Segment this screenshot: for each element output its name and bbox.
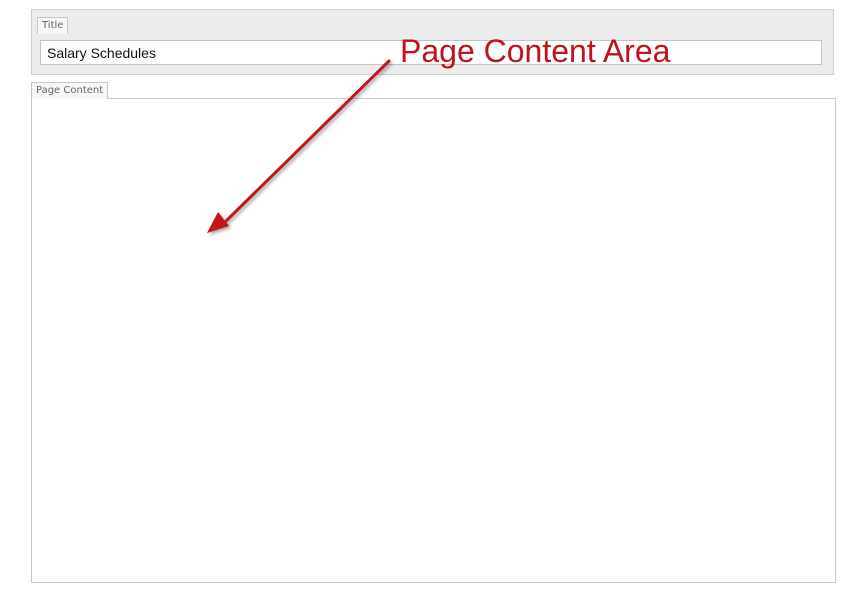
title-tab-label: Title [37, 17, 69, 34]
page-content-editor[interactable] [31, 98, 836, 583]
page-content-tab-label: Page Content [31, 82, 109, 99]
annotation-label: Page Content Area [400, 33, 671, 69]
